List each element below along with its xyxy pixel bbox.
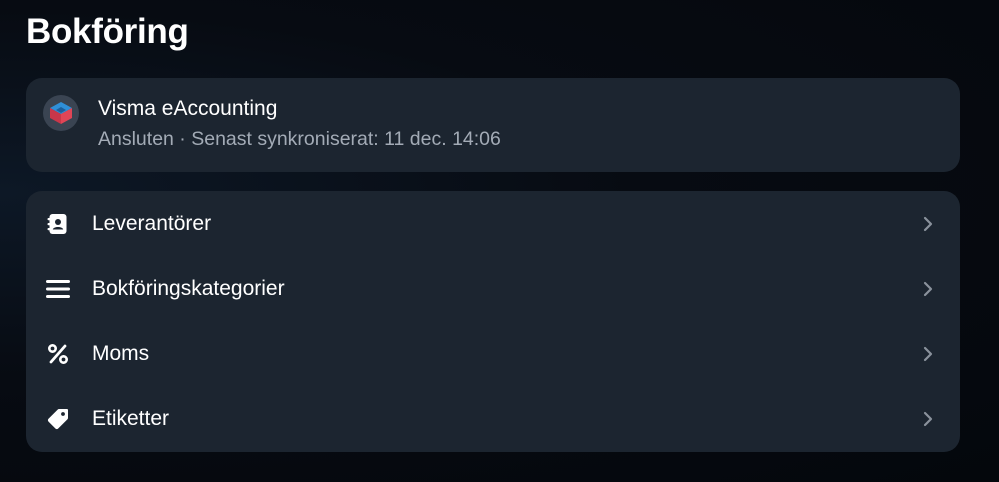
menu-item-label: Moms <box>92 341 150 365</box>
menu-item-leverantorer[interactable]: Leverantörer <box>26 191 960 256</box>
menu-item-label: Etiketter <box>92 406 170 430</box>
menu-item-label: Bokföringskategorier <box>92 276 285 300</box>
visma-logo-icon <box>43 95 79 131</box>
list-icon <box>45 276 71 302</box>
menu-item-etiketter[interactable]: Etiketter <box>26 386 960 451</box>
contact-book-icon <box>45 211 71 237</box>
settings-menu: Leverantörer Bokföringskategorier Moms E… <box>26 191 960 452</box>
menu-item-label: Leverantörer <box>92 211 212 235</box>
integration-status: Ansluten · Senast synkroniserat: 11 dec.… <box>98 128 501 150</box>
page-title: Bokföring <box>26 12 189 51</box>
integration-card[interactable]: Visma eAccounting Ansluten · Senast synk… <box>26 78 960 172</box>
chevron-right-icon <box>922 280 934 298</box>
tag-icon <box>45 406 71 432</box>
percent-icon <box>45 341 71 367</box>
menu-item-bokforingskategorier[interactable]: Bokföringskategorier <box>26 256 960 321</box>
chevron-right-icon <box>922 410 934 428</box>
chevron-right-icon <box>922 345 934 363</box>
integration-name: Visma eAccounting <box>98 97 278 120</box>
chevron-right-icon <box>922 215 934 233</box>
menu-item-moms[interactable]: Moms <box>26 321 960 386</box>
